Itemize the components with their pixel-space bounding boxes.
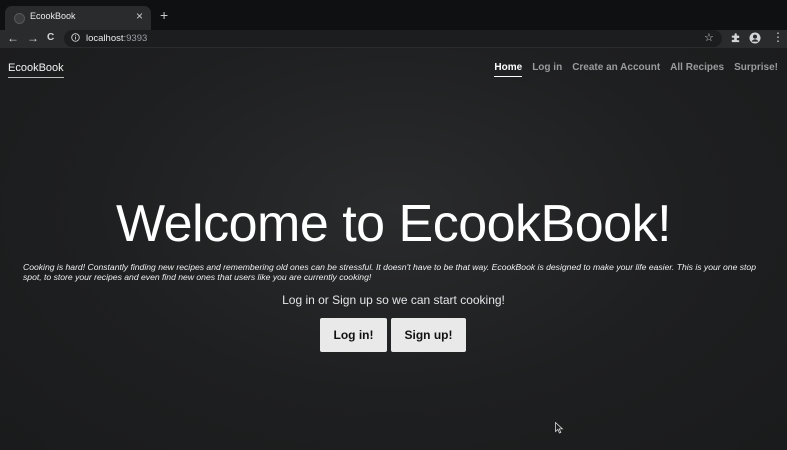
main-nav: Home Log in Create an Account All Recipe…: [494, 62, 778, 77]
hero-description: Cooking is hard! Constantly finding new …: [23, 262, 756, 282]
nav-link-home[interactable]: Home: [494, 62, 523, 77]
extensions-icon[interactable]: [730, 32, 741, 43]
mouse-cursor-icon: [555, 422, 564, 434]
nav-link-create-account[interactable]: Create an Account: [572, 62, 660, 77]
browser-tab[interactable]: EcookBook ×: [5, 6, 151, 30]
nav-link-all-recipes[interactable]: All Recipes: [670, 62, 724, 77]
log-in-button[interactable]: Log in!: [320, 318, 387, 352]
tab-close-icon[interactable]: ×: [136, 9, 143, 23]
nav-link-log-in[interactable]: Log in: [532, 62, 562, 77]
nav-link-surprise[interactable]: Surprise!: [734, 62, 778, 77]
sign-up-button[interactable]: Sign up!: [391, 318, 466, 352]
brand-link[interactable]: EcookBook: [8, 62, 64, 78]
star-icon[interactable]: ☆: [704, 31, 714, 44]
reload-icon[interactable]: C: [47, 32, 54, 43]
url-text[interactable]: localhost:9393: [86, 33, 147, 44]
back-icon[interactable]: ←: [7, 31, 19, 45]
browser-window: EcookBook × + ← → C localhost:9393 ☆ ⋮ E…: [0, 0, 787, 450]
address-bar[interactable]: localhost:9393 ☆: [64, 30, 722, 47]
hero-title: Welcome to EcookBook!: [115, 195, 672, 253]
hero-call-to-action: Log in or Sign up so we can start cookin…: [282, 293, 505, 307]
new-tab-icon[interactable]: +: [160, 7, 168, 23]
info-icon[interactable]: [71, 33, 80, 42]
url-host: localhost: [86, 33, 124, 44]
page-content: EcookBook Home Log in Create an Account …: [0, 48, 787, 450]
url-port: :9393: [123, 33, 148, 44]
menu-icon[interactable]: ⋮: [772, 30, 784, 44]
profile-icon[interactable]: [749, 32, 761, 44]
browser-toolbar: ← → C localhost:9393 ☆ ⋮: [0, 30, 787, 48]
tab-strip: EcookBook × +: [0, 0, 787, 30]
tab-favicon-icon: [14, 13, 25, 24]
tab-title: EcookBook: [30, 11, 76, 21]
forward-icon[interactable]: →: [27, 31, 39, 45]
